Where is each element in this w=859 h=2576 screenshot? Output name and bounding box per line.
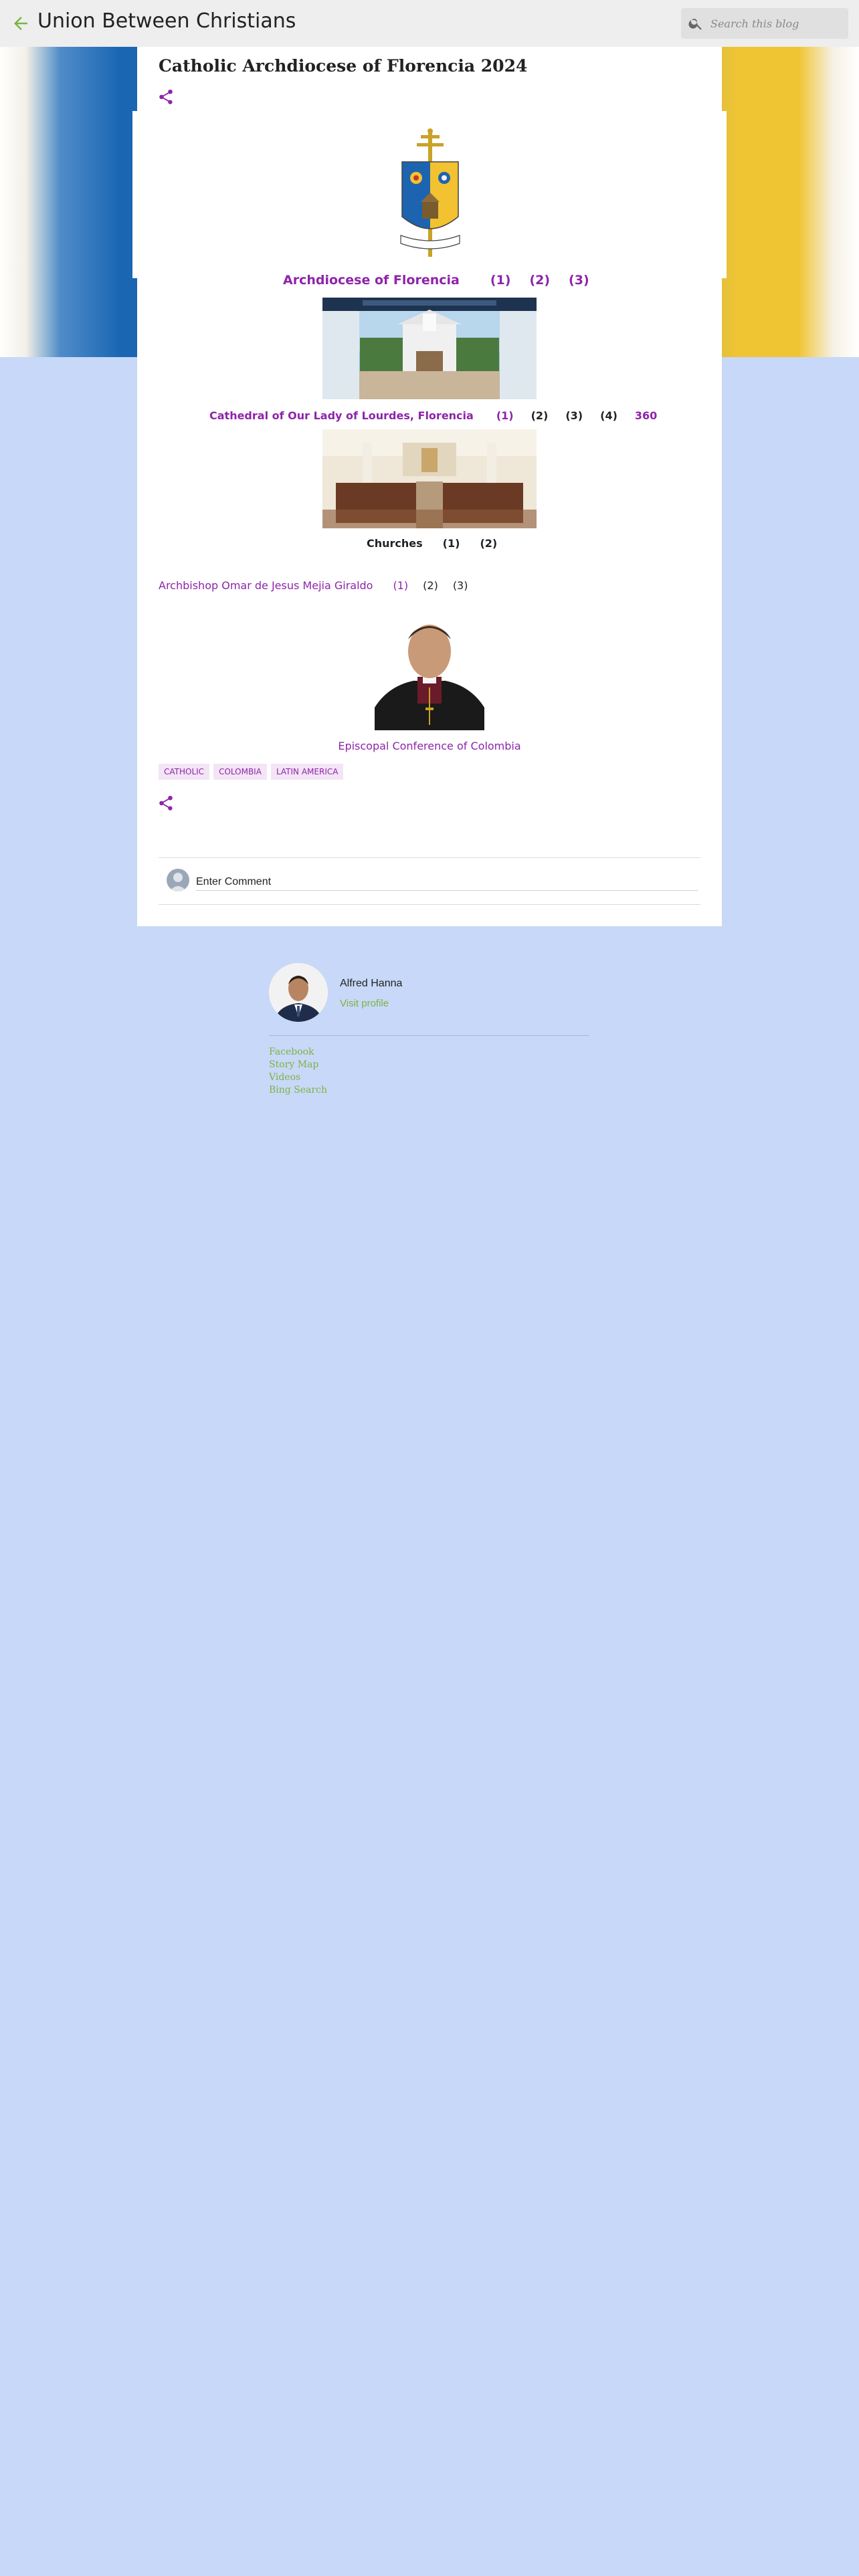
archdiocese-link-3[interactable]: (3) [569,273,589,288]
archbishop-links: Archbishop Omar de Jesus Mejia Giraldo (… [159,579,482,592]
search-input[interactable] [710,15,842,32]
profile-links: Facebook Story Map Videos Bing Search [269,1046,327,1097]
churches-link-1[interactable]: (1) [443,537,460,550]
archbishop-link-3[interactable]: (3) [453,579,468,592]
archdiocese-link[interactable]: Archdiocese of Florencia [283,273,460,288]
visit-profile-link[interactable]: Visit profile [340,998,389,1009]
blog-title[interactable]: Union Between Christians [37,9,296,33]
top-bar: Union Between Christians [0,0,859,47]
archdiocese-coat-of-arms[interactable] [397,128,464,259]
cathedral-links: Cathedral of Our Lady of Lourdes, Floren… [209,409,674,422]
share-icon[interactable] [157,794,175,812]
churches-label: Churches [367,537,423,550]
divider [159,904,700,905]
cathedral-interior-photo[interactable] [322,429,537,528]
videos-link[interactable]: Videos [269,1071,327,1084]
archdiocese-links: Archdiocese of Florencia (1) (2) (3) [283,273,608,288]
profile-avatar[interactable] [269,963,328,1022]
comment-input[interactable] [196,873,698,891]
facebook-link[interactable]: Facebook [269,1046,327,1059]
story-map-link[interactable]: Story Map [269,1059,327,1071]
label-catholic[interactable]: CATHOLIC [159,764,210,780]
cathedral-link-4[interactable]: (4) [600,409,617,422]
archbishop-portrait[interactable] [375,607,484,730]
label-latin-america[interactable]: LATIN AMERICA [270,764,344,780]
cathedral-360-link[interactable]: 360 [635,409,657,422]
episcopal-conference-link[interactable]: Episcopal Conference of Colombia [137,740,722,752]
cathedral-link[interactable]: Cathedral of Our Lady of Lourdes, Floren… [209,409,474,422]
cathedral-link-1[interactable]: (1) [496,409,514,422]
search-icon[interactable] [688,15,704,31]
archbishop-link[interactable]: Archbishop Omar de Jesus Mejia Giraldo [159,579,373,592]
share-icon[interactable] [157,88,175,106]
profile-divider [269,1035,589,1036]
bing-search-link[interactable]: Bing Search [269,1084,327,1097]
label-colombia[interactable]: COLOMBIA [213,764,267,780]
archbishop-link-2[interactable]: (2) [423,579,438,592]
cathedral-link-2[interactable]: (2) [531,409,549,422]
archdiocese-link-1[interactable]: (1) [490,273,511,288]
post-title[interactable]: Catholic Archdiocese of Florencia 2024 [159,56,527,76]
divider [159,857,700,858]
post-card: Catholic Archdiocese of Florencia 2024 A… [137,47,722,926]
churches-links: Churches (1) (2) [367,537,517,550]
archdiocese-link-2[interactable]: (2) [529,273,550,288]
profile-name[interactable]: Alfred Hanna [340,978,402,990]
cathedral-exterior-photo[interactable] [322,298,537,399]
archbishop-link-1[interactable]: (1) [393,579,408,592]
commenter-avatar [167,869,189,891]
arrow-left-icon[interactable] [11,13,31,33]
post-labels: CATHOLIC COLOMBIA LATIN AMERICA [159,764,347,780]
churches-link-2[interactable]: (2) [480,537,497,550]
search-box[interactable] [681,8,848,39]
cathedral-link-3[interactable]: (3) [565,409,583,422]
